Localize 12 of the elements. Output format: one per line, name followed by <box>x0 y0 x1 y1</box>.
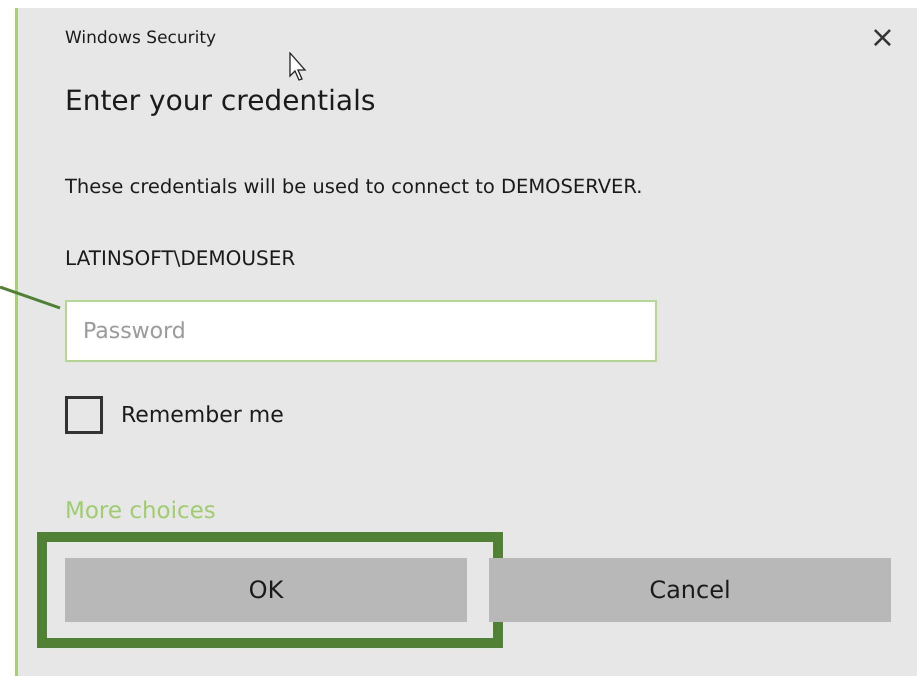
remember-label: Remember me <box>121 402 284 428</box>
dialog-heading: Enter your credentials <box>65 84 376 117</box>
dialog-button[interactable]: OK <box>65 558 467 622</box>
remember-checkbox[interactable] <box>65 396 103 434</box>
close-button[interactable]: × <box>870 24 895 52</box>
window-title: Windows Security <box>65 28 216 48</box>
leader-line <box>0 286 62 310</box>
dialog-button[interactable]: Cancel <box>489 558 891 622</box>
description-text: These credentials will be used to connect to DEMOSERVER. <box>65 175 644 198</box>
mouse-pointer-icon <box>289 52 309 82</box>
password-field[interactable]: Password <box>65 300 657 362</box>
username-label: LATINSOFT\DEMOUSER <box>65 246 296 270</box>
